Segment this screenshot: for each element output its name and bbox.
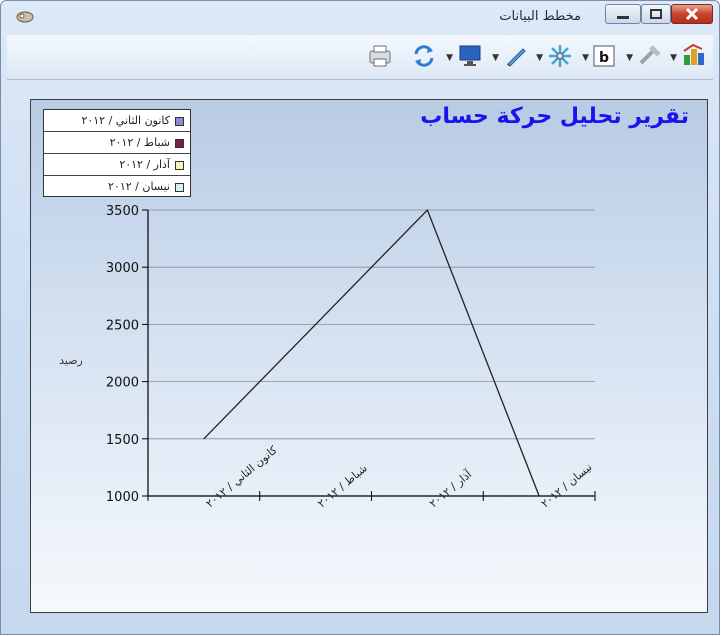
window-title: مخطط البيانات [499, 9, 581, 24]
x-tick-label: آذار / ٢٠١٢ [426, 466, 475, 510]
chevron-down-icon[interactable]: ▼ [446, 53, 453, 63]
close-icon [685, 7, 699, 21]
bold-toggle-icon[interactable]: b [591, 43, 617, 69]
y-tick-label: 1000 [106, 490, 139, 505]
print-icon[interactable] [367, 43, 393, 69]
x-tick-label: شباط / ٢٠١٢ [315, 462, 370, 511]
chart-panel: تقرير تحليل حركة حساب كانون الثاني / ٢٠١… [30, 99, 708, 613]
chevron-down-icon[interactable]: ▼ [670, 53, 677, 63]
svg-text:b: b [599, 50, 609, 66]
x-tick-label: كانون الثاني / ٢٠١٢ [203, 443, 280, 510]
minimize-icon [617, 16, 629, 19]
hammer-tool-icon[interactable] [637, 43, 663, 69]
y-tick-label: 2500 [106, 318, 139, 333]
x-tick-label: نيسان / ٢٠١٢ [539, 461, 595, 511]
chart-type-icon[interactable] [681, 43, 707, 69]
toolbar: ▼ ▼ b ▼ ▼ ▼ ▼ [7, 35, 713, 80]
y-axis-label: رصيد [59, 354, 83, 367]
chevron-down-icon[interactable]: ▼ [582, 53, 589, 63]
y-tick-label: 3500 [106, 204, 139, 219]
app-icon[interactable] [15, 8, 35, 24]
title-bar: مخطط البيانات [1, 1, 719, 35]
pen-icon[interactable] [503, 43, 529, 69]
chevron-down-icon[interactable]: ▼ [536, 53, 543, 63]
series-line [203, 208, 540, 497]
chart-window: مخطط البيانات ▼ ▼ b ▼ ▼ ▼ ▼ تقرير تحليل … [0, 0, 720, 635]
maximize-button[interactable] [641, 4, 671, 24]
monitor-icon[interactable] [457, 43, 483, 69]
refresh-icon[interactable] [411, 43, 437, 69]
tools-icon[interactable] [547, 43, 573, 69]
y-tick-label: 2000 [106, 376, 139, 391]
line-chart: 1000 1500 2000 2500 3000 3500 كانون الثاني / ٢… [59, 204, 596, 511]
chevron-down-icon[interactable]: ▼ [626, 53, 633, 63]
y-tick-label: 1500 [106, 433, 139, 448]
minimize-button[interactable] [605, 4, 641, 24]
chevron-down-icon[interactable]: ▼ [492, 53, 499, 63]
maximize-icon [650, 9, 662, 19]
close-button[interactable] [671, 4, 713, 24]
y-tick-label: 3000 [106, 261, 139, 276]
